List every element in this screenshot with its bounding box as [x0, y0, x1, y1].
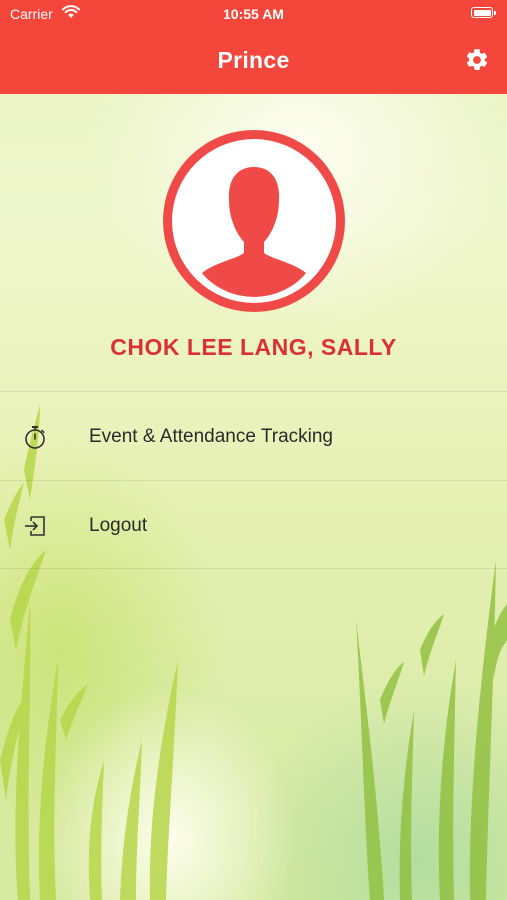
menu-item-logout[interactable]: Logout: [0, 481, 507, 569]
divider: [0, 568, 507, 569]
stopwatch-icon: [25, 426, 45, 449]
status-bar: Carrier 10:55 AM: [0, 0, 507, 27]
menu-item-label: Logout: [89, 515, 148, 536]
navigation-bar: Prince: [0, 27, 507, 94]
avatar: [163, 130, 345, 312]
menu-item-label: Event & Attendance Tracking: [89, 426, 333, 447]
battery-icon: [471, 7, 496, 18]
clock: 10:55 AM: [223, 6, 284, 22]
user-name: CHOK LEE LANG, SALLY: [110, 334, 397, 360]
menu-item-event-attendance[interactable]: Event & Attendance Tracking: [0, 392, 507, 480]
gear-icon[interactable]: [464, 47, 490, 73]
user-silhouette-icon: [178, 145, 330, 297]
logout-icon: [25, 516, 45, 536]
page-title: Prince: [217, 47, 290, 73]
